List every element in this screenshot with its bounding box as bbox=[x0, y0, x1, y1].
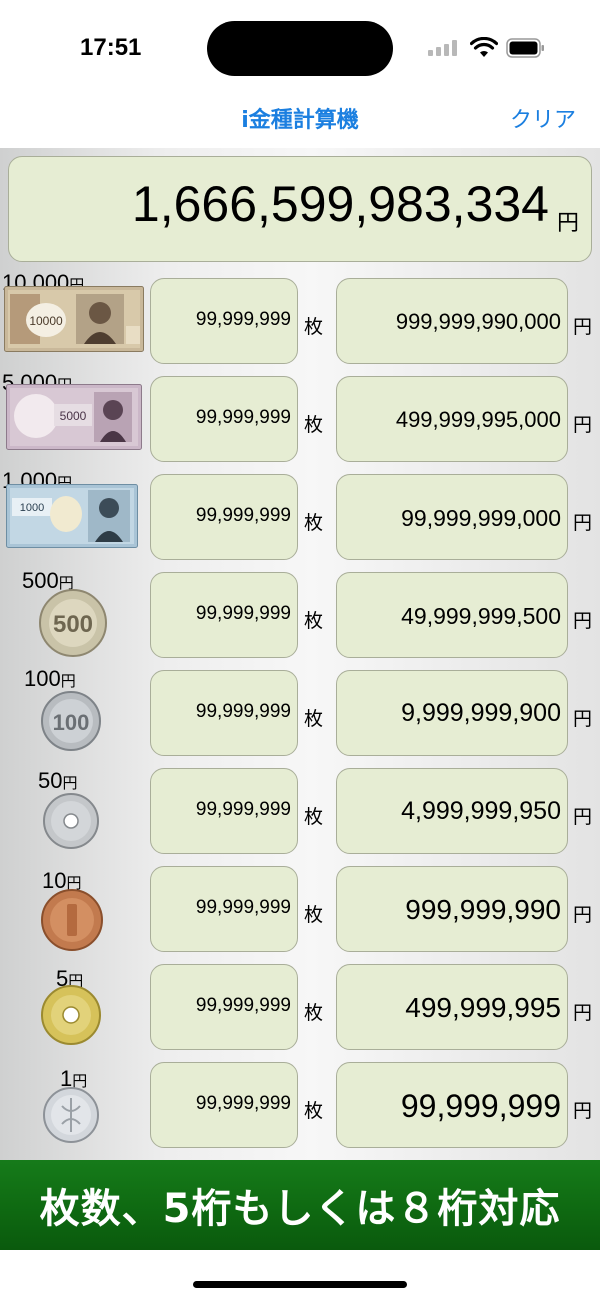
coin-50-icon bbox=[43, 793, 99, 849]
svg-text:100: 100 bbox=[53, 710, 90, 735]
svg-text:1000: 1000 bbox=[20, 502, 44, 514]
denomination-row-5: 5円 99,999,999 枚 499,999,995 円 bbox=[0, 958, 600, 1056]
coin-1-icon bbox=[43, 1087, 99, 1143]
amount-value: 499,999,995,000 bbox=[395, 407, 561, 432]
banner-text: 枚数、5桁もしくは８桁対応 bbox=[39, 1186, 561, 1232]
amount-value: 499,999,995 bbox=[405, 992, 561, 1023]
total-yen-unit: 円 bbox=[556, 211, 579, 236]
amount-field: 999,999,990,000 bbox=[336, 278, 568, 364]
amount-field: 499,999,995 bbox=[336, 964, 568, 1050]
amount-yen-unit: 円 bbox=[573, 414, 593, 436]
banknote-5000-icon: 5000 bbox=[6, 384, 142, 450]
amount-yen-unit: 円 bbox=[573, 610, 593, 632]
count-unit: 枚 bbox=[304, 904, 324, 926]
denomination-row-500: 500円 500 99,999,999 枚 49,999,999,500 円 bbox=[0, 566, 600, 664]
svg-text:5000: 5000 bbox=[60, 409, 87, 423]
amount-yen-unit: 円 bbox=[573, 904, 593, 926]
count-unit: 枚 bbox=[304, 610, 324, 632]
count-unit: 枚 bbox=[304, 1100, 324, 1122]
count-value: 99,999,999 bbox=[195, 995, 291, 1016]
count-field[interactable]: 99,999,999 bbox=[150, 964, 298, 1050]
count-value: 99,999,999 bbox=[195, 799, 291, 820]
amount-value: 99,999,999 bbox=[400, 1088, 561, 1124]
total-value: 1,666,599,983,334 bbox=[131, 176, 549, 232]
count-field[interactable]: 99,999,999 bbox=[150, 1062, 298, 1148]
count-value: 99,999,999 bbox=[195, 407, 291, 428]
amount-yen-unit: 円 bbox=[573, 1002, 593, 1024]
banknote-1000-icon: 1000 bbox=[6, 484, 138, 548]
wifi-icon bbox=[470, 37, 498, 57]
amount-value: 999,999,990 bbox=[405, 894, 561, 925]
denomination-label: 50円 bbox=[38, 768, 78, 793]
svg-text:10000: 10000 bbox=[29, 314, 63, 328]
denomination-row-10: 10円 99,999,999 枚 999,999,990 円 bbox=[0, 860, 600, 958]
denomination-row-10000: 10,000円 10000 99,999,999 枚 999,999,990,0… bbox=[0, 270, 600, 370]
amount-field: 99,999,999 bbox=[336, 1062, 568, 1148]
nav-bar: i金種計算機 クリア bbox=[0, 96, 600, 148]
calculator-content: 1,666,599,983,334 円 10,000円 10000 99,999… bbox=[0, 148, 600, 1160]
count-value: 99,999,999 bbox=[195, 505, 291, 526]
count-unit: 枚 bbox=[304, 512, 324, 534]
svg-text:500: 500 bbox=[53, 611, 93, 638]
status-bar: 17:51 bbox=[0, 0, 600, 96]
amount-yen-unit: 円 bbox=[573, 1100, 593, 1122]
clear-button[interactable]: クリア bbox=[510, 102, 576, 134]
coin-10-icon bbox=[41, 889, 103, 951]
count-value: 99,999,999 bbox=[195, 897, 291, 918]
promo-banner[interactable]: 枚数、5桁もしくは８桁対応 bbox=[0, 1160, 600, 1250]
amount-yen-unit: 円 bbox=[573, 316, 593, 338]
amount-value: 4,999,999,950 bbox=[401, 797, 561, 825]
count-value: 99,999,999 bbox=[195, 603, 291, 624]
cellular-signal-icon bbox=[428, 40, 457, 56]
denomination-row-1: 1円 99,999,999 枚 99,999,999 円 bbox=[0, 1056, 600, 1154]
count-unit: 枚 bbox=[304, 414, 324, 436]
total-field: 1,666,599,983,334 円 bbox=[8, 156, 592, 262]
count-field[interactable]: 99,999,999 bbox=[150, 278, 298, 364]
count-value: 99,999,999 bbox=[195, 309, 291, 330]
count-unit: 枚 bbox=[304, 316, 324, 338]
amount-field: 99,999,999,000 bbox=[336, 474, 568, 560]
count-unit: 枚 bbox=[304, 1002, 324, 1024]
amount-value: 99,999,999,000 bbox=[401, 505, 561, 531]
amount-yen-unit: 円 bbox=[573, 512, 593, 534]
count-field[interactable]: 99,999,999 bbox=[150, 572, 298, 658]
amount-field: 4,999,999,950 bbox=[336, 768, 568, 854]
count-field[interactable]: 99,999,999 bbox=[150, 768, 298, 854]
dynamic-island bbox=[207, 21, 393, 76]
amount-field: 499,999,995,000 bbox=[336, 376, 568, 462]
count-field[interactable]: 99,999,999 bbox=[150, 866, 298, 952]
amount-value: 9,999,999,900 bbox=[401, 699, 561, 727]
denomination-label: 100円 bbox=[24, 666, 76, 691]
count-value: 99,999,999 bbox=[195, 1093, 291, 1114]
amount-field: 9,999,999,900 bbox=[336, 670, 568, 756]
amount-value: 49,999,999,500 bbox=[401, 603, 561, 629]
battery-icon bbox=[506, 38, 544, 58]
amount-field: 49,999,999,500 bbox=[336, 572, 568, 658]
amount-yen-unit: 円 bbox=[573, 708, 593, 730]
count-value: 99,999,999 bbox=[195, 701, 291, 722]
amount-yen-unit: 円 bbox=[573, 806, 593, 828]
denomination-row-1000: 1,000円 1000 99,999,999 枚 99,999,999,000 … bbox=[0, 468, 600, 566]
home-indicator[interactable] bbox=[193, 1281, 407, 1288]
amount-field: 999,999,990 bbox=[336, 866, 568, 952]
coin-5-icon bbox=[41, 985, 101, 1045]
count-unit: 枚 bbox=[304, 806, 324, 828]
status-time: 17:51 bbox=[80, 34, 142, 61]
count-field[interactable]: 99,999,999 bbox=[150, 670, 298, 756]
coin-500-icon: 500 bbox=[39, 589, 107, 657]
denomination-row-5000: 5,000円 5000 99,999,999 枚 499,999,995,000… bbox=[0, 370, 600, 468]
amount-value: 999,999,990,000 bbox=[395, 309, 561, 334]
count-field[interactable]: 99,999,999 bbox=[150, 376, 298, 462]
banknote-10000-icon: 10000 bbox=[4, 286, 144, 352]
denomination-row-100: 100円 100 99,999,999 枚 9,999,999,900 円 bbox=[0, 664, 600, 762]
denomination-row-50: 50円 99,999,999 枚 4,999,999,950 円 bbox=[0, 762, 600, 860]
count-unit: 枚 bbox=[304, 708, 324, 730]
coin-100-icon: 100 bbox=[41, 691, 101, 751]
count-field[interactable]: 99,999,999 bbox=[150, 474, 298, 560]
